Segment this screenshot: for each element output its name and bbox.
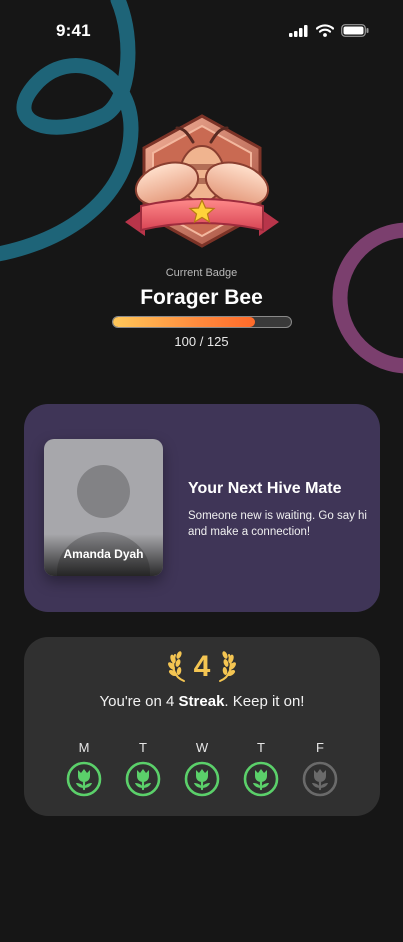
day-label: W	[195, 740, 209, 755]
hive-mate-title: Your Next Hive Mate	[188, 480, 342, 497]
status-time: 9:41	[56, 21, 91, 40]
hive-mate-description: Someone new is waiting. Go say hi and ma…	[188, 510, 367, 538]
laurel-right-icon	[219, 651, 237, 682]
next-hive-mate-card[interactable]: Amanda Dyah Your Next Hive Mate Someone …	[24, 404, 380, 612]
battery-icon	[341, 24, 369, 37]
tulip-icon	[66, 761, 102, 797]
cellular-signal-icon	[289, 24, 308, 37]
wifi-icon	[316, 24, 334, 37]
day-label: T	[257, 740, 265, 755]
streak-days: M T W T F	[66, 739, 338, 797]
streak-day: W	[184, 739, 220, 797]
streak-message: You're on 4 Streak. Keep it on!	[24, 693, 380, 710]
streak-day: F	[302, 739, 338, 797]
badge-progress-text: 100 / 125	[174, 334, 229, 349]
tulip-icon	[184, 761, 220, 797]
badge-name: Forager Bee	[140, 286, 263, 309]
streak-day: T	[125, 739, 161, 797]
tulip-icon	[243, 761, 279, 797]
status-bar: 9:41	[0, 0, 403, 64]
avatar-placeholder-head	[77, 465, 130, 518]
tulip-icon	[302, 761, 338, 797]
tulip-icon	[125, 761, 161, 797]
badge-progress-fill	[113, 317, 256, 327]
day-label: T	[139, 740, 147, 755]
laurel-left-icon	[167, 651, 185, 682]
streak-header: 4	[24, 649, 380, 685]
streak-count: 4	[193, 650, 211, 683]
day-label: M	[78, 740, 90, 755]
streak-day: T	[243, 739, 279, 797]
bee-badge-icon	[125, 114, 279, 248]
hive-mate-name: Amanda Dyah	[63, 547, 144, 561]
hive-mate-photo[interactable]: Amanda Dyah	[44, 439, 163, 576]
streak-message-suffix: . Keep it on!	[224, 693, 305, 710]
streak-card: 4 You're on 4 Streak. Keep it on! M T W	[24, 637, 380, 816]
streak-day: M	[66, 739, 102, 797]
status-icons	[289, 24, 369, 37]
streak-message-prefix: You're on 4	[99, 693, 179, 710]
day-label: F	[316, 740, 324, 755]
streak-message-bold: Streak	[178, 693, 225, 710]
badge-progress-bar	[112, 316, 292, 328]
badge-caption: Current Badge	[165, 267, 238, 279]
badge-emblem	[117, 112, 287, 262]
